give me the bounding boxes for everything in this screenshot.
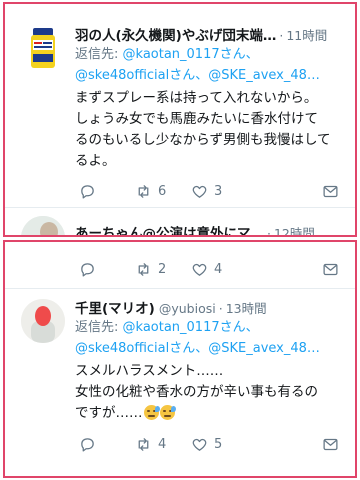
reply-button[interactable] [79,261,135,278]
reply-button[interactable] [79,183,135,200]
retweet-icon [138,437,149,451]
tweet-actions: 6 3 [79,180,339,202]
person-photo-avatar-icon [21,216,65,235]
username[interactable]: @yubiosi [159,301,216,316]
tweet-2[interactable]: あーちゃん@公演は意外にマ… · 12時間 [5,208,355,237]
message-icon [323,438,338,450]
display-name[interactable]: 羽の人(永久機関)やぶげ団末端… [75,24,276,44]
tweet-text: スメルハラスメント…… 女性の化粧や香水の方が辛い事も有るの ですが…… [75,361,347,424]
retweet-count: 6 [158,183,167,199]
reply-mention[interactable]: @kaotan_0117さん、 [123,47,259,62]
tweet-body: 羽の人(永久機関)やぶげ団末端… · 11時間 返信先: @kaotan_011… [75,24,347,172]
reply-mentions[interactable]: @ske48officialさん、@SKE_avex_48… [75,341,320,356]
reply-icon [81,184,94,199]
person-photo-avatar-icon [21,299,65,343]
timestamp[interactable]: 11時間 [286,25,327,44]
retweet-count: 4 [158,436,167,452]
avatar[interactable] [21,26,65,70]
tweet-text-line: しょうみ女でも馬鹿みたいに香水付けて [75,111,318,127]
separator-dot: · [218,301,223,316]
timestamp[interactable]: 13時間 [226,298,267,317]
tweet-text-line: まずスプレー系は持って入れないから。 [75,90,318,106]
highlighted-tweet-panel-bottom: 2 4 千里(マリオ) @yubiosi · 13時間 返信先: @kaotan… [3,240,357,478]
tweet-header: 千里(マリオ) @yubiosi · 13時間 [75,297,347,317]
like-button[interactable]: 5 [191,436,247,453]
reply-to: 返信先: @kaotan_0117さん、 @ske48officialさん、@S… [75,317,347,359]
tweet-text-line: ですが…… [75,403,347,424]
separator-dot: · [267,226,271,237]
tweet-text-line: 女性の化粧や香水の方が辛い事も有るの [75,384,318,400]
like-count: 3 [214,183,223,199]
tweet-1[interactable]: 羽の人(永久機関)やぶげ団末端… · 11時間 返信先: @kaotan_011… [5,4,355,207]
direct-message-button[interactable] [322,436,339,453]
reply-mention[interactable]: @kaotan_0117さん、 [123,320,259,335]
retweet-icon [138,184,149,198]
spray-bottle-avatar-icon [31,28,55,68]
retweet-count: 2 [158,261,167,277]
timestamp[interactable]: 12時間 [274,223,315,235]
avatar[interactable] [21,216,65,235]
tweet-text-line: るのもいるし少なからず男側も我慢はして [75,132,331,148]
crying-face-emoji [143,405,160,420]
reply-mentions[interactable]: @ske48officialさん、@SKE_avex_48… [75,68,320,83]
tweet-body: あーちゃん@公演は意外にマ… · 12時間 [75,222,347,237]
tweet-header: 羽の人(永久機関)やぶげ団末端… · 11時間 [75,24,347,44]
message-icon [323,185,338,197]
reply-prefix: 返信先: [75,320,123,335]
reply-button[interactable] [79,436,135,453]
tweet-body: 千里(マリオ) @yubiosi · 13時間 返信先: @kaotan_011… [75,297,347,424]
crying-face-emoji [159,405,176,420]
like-button[interactable]: 4 [191,261,247,278]
like-count: 4 [214,261,223,277]
retweet-button[interactable]: 6 [135,183,191,200]
like-icon [192,185,207,198]
direct-message-button[interactable] [322,261,339,278]
highlighted-tweet-panel-top: 羽の人(永久機関)やぶげ団末端… · 11時間 返信先: @kaotan_011… [3,2,357,237]
tweet-3[interactable]: 千里(マリオ) @yubiosi · 13時間 返信先: @kaotan_011… [5,289,355,476]
retweet-button[interactable]: 4 [135,436,191,453]
tweet-actions: 4 5 [79,433,339,455]
like-icon [192,263,207,276]
display-name[interactable]: 千里(マリオ) [75,297,155,317]
reply-to: 返信先: @kaotan_0117さん、 @ske48officialさん、@S… [75,44,347,86]
tweet-actions: 2 4 [79,258,339,280]
message-icon [323,263,338,275]
direct-message-button[interactable] [322,183,339,200]
tweet-text-line: スメルハラスメント…… [75,363,224,379]
like-count: 5 [214,436,223,452]
reply-prefix: 返信先: [75,47,123,62]
reply-icon [81,262,94,277]
reply-icon [81,437,94,452]
tweet-text-line: るよ。 [75,153,116,169]
retweet-icon [138,262,149,276]
like-icon [192,438,207,451]
avatar[interactable] [21,299,65,343]
tweet-text-fragment: ですが…… [75,405,143,421]
retweet-button[interactable]: 2 [135,261,191,278]
tweet-text: まずスプレー系は持って入れないから。 しょうみ女でも馬鹿みたいに香水付けて るの… [75,88,347,172]
tweet-header: あーちゃん@公演は意外にマ… · 12時間 [75,222,347,237]
display-name[interactable]: あーちゃん@公演は意外にマ… [75,222,264,235]
like-button[interactable]: 3 [191,183,247,200]
separator-dot: · [279,28,284,43]
